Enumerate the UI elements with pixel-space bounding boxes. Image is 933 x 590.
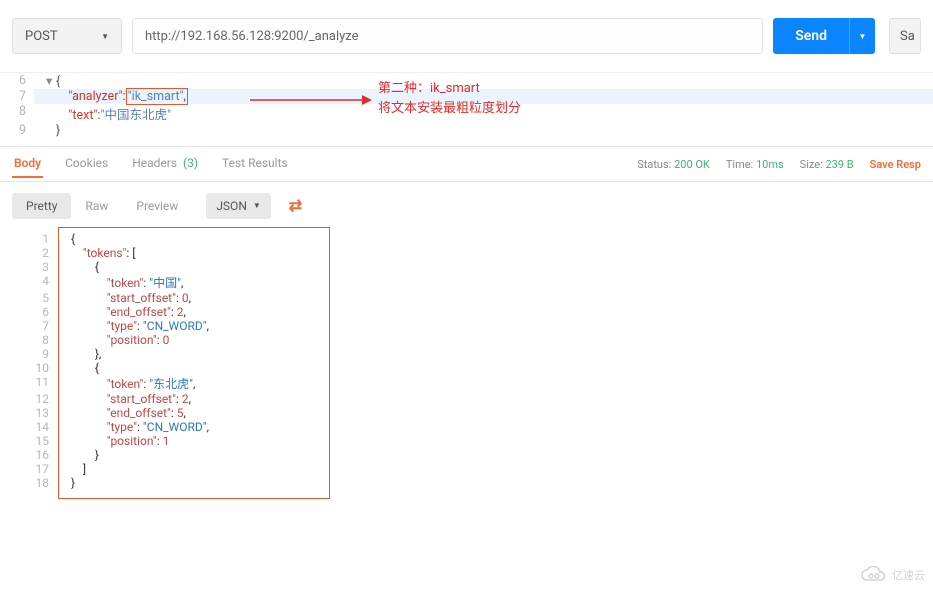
watermark: 亿速云: [860, 566, 925, 584]
tab-test-results[interactable]: Test Results: [220, 150, 290, 178]
watermark-text: 亿速云: [892, 567, 925, 583]
code-text: ]: [59, 462, 86, 476]
response-body[interactable]: 1{ 2 "tokens": [ 3 { 4 "token": "中国", 5 …: [15, 232, 329, 490]
line-number: 1: [15, 232, 59, 246]
code-text: }: [59, 448, 99, 462]
line-number: 6: [0, 73, 34, 89]
line-number: 3: [15, 260, 59, 274]
size-label: Size:: [800, 158, 823, 171]
line-number: 6: [15, 305, 59, 319]
tab-headers[interactable]: Headers (3): [130, 150, 200, 178]
annotation-line: 第二种：ik_smart: [378, 79, 521, 99]
tab-body[interactable]: Body: [12, 150, 43, 178]
code-text: }: [56, 123, 60, 138]
code-text: {: [56, 74, 60, 89]
fold-icon[interactable]: ▾: [46, 73, 54, 89]
line-number: 12: [15, 392, 59, 406]
request-row: POST ▼ Send ▼ Sa: [0, 0, 933, 73]
format-pretty[interactable]: Pretty: [12, 193, 71, 219]
status-value: 200 OK: [674, 158, 710, 171]
annotation-text: 第二种：ik_smart 将文本安装最粗粒度划分: [378, 79, 521, 118]
line-number: 14: [15, 420, 59, 434]
code-text: },: [59, 347, 101, 361]
code-text: "position": 0: [59, 333, 169, 347]
annotation-arrow-icon: [250, 94, 372, 106]
chevron-down-icon: ▼: [253, 201, 261, 210]
line-number: 9: [15, 347, 59, 361]
chevron-down-icon: ▼: [101, 32, 109, 41]
line-number: 4: [15, 274, 59, 291]
response-header: Body Cookies Headers (3) Test Results St…: [0, 146, 933, 182]
size-value: 239 B: [825, 158, 853, 171]
cloud-icon: [860, 566, 888, 584]
line-number: 8: [0, 104, 34, 123]
json-value: "中国东北虎": [100, 108, 171, 123]
tab-headers-label: Headers: [132, 156, 177, 170]
format-preview[interactable]: Preview: [122, 193, 192, 219]
line-number: 16: [15, 448, 59, 462]
request-body-editor[interactable]: 6▾{ 7 "analyzer":"ik_smart", 8 "text":"中…: [0, 73, 933, 146]
code-text: "end_offset": 2,: [59, 305, 186, 319]
language-select[interactable]: JSON ▼: [206, 193, 270, 219]
response-meta: Status: 200 OK Time: 10ms Size: 239 B Sa…: [637, 158, 921, 171]
line-number: 13: [15, 406, 59, 420]
line-number: 10: [15, 361, 59, 375]
response-body-wrap: 1{ 2 "tokens": [ 3 { 4 "token": "中国", 5 …: [58, 227, 330, 499]
headers-count: (3): [183, 156, 198, 170]
json-value: "ik_smart": [128, 89, 184, 104]
time-value: 10ms: [756, 158, 784, 171]
line-number: 5: [15, 291, 59, 305]
code-text: "token": "中国",: [59, 274, 183, 291]
send-button[interactable]: Send: [773, 18, 849, 54]
tab-cookies[interactable]: Cookies: [63, 150, 110, 178]
line-number: 7: [0, 89, 34, 104]
line-number: 17: [15, 462, 59, 476]
code-text: "token": "东北虎",: [59, 375, 195, 392]
send-dropdown[interactable]: ▼: [849, 18, 875, 54]
line-number: 11: [15, 375, 59, 392]
format-raw[interactable]: Raw: [71, 193, 122, 219]
annotation-line: 将文本安装最粗粒度划分: [378, 99, 521, 119]
send-button-group: Send ▼: [773, 18, 875, 54]
code-text: "start_offset": 0,: [59, 291, 191, 305]
save-response-button[interactable]: Save Resp: [870, 158, 921, 171]
method-value: POST: [25, 29, 58, 44]
code-text: "start_offset": 2,: [59, 392, 191, 406]
code-text: {: [59, 361, 99, 375]
status-label: Status:: [637, 158, 671, 171]
code-text: "type": "CN_WORD",: [59, 420, 209, 434]
json-key: "analyzer": [68, 89, 122, 104]
code-text: "tokens": [: [59, 246, 135, 260]
code-text: {: [59, 232, 75, 246]
line-number: 7: [15, 319, 59, 333]
line-number: 15: [15, 434, 59, 448]
code-text: "end_offset": 5,: [59, 406, 186, 420]
line-number: 9: [0, 123, 34, 138]
code-text: "position": 1: [59, 434, 169, 448]
wrap-lines-icon[interactable]: ⇄: [281, 192, 310, 219]
language-value: JSON: [216, 199, 247, 213]
time-label: Time:: [726, 158, 753, 171]
chevron-down-icon: ▼: [859, 32, 867, 41]
line-number: 18: [15, 476, 59, 490]
line-number: 8: [15, 333, 59, 347]
code-text: }: [59, 476, 75, 490]
url-input[interactable]: [132, 18, 763, 54]
save-button[interactable]: Sa: [889, 18, 921, 54]
method-select[interactable]: POST ▼: [12, 18, 122, 54]
code-text: "type": "CN_WORD",: [59, 319, 209, 333]
code-text: {: [59, 260, 99, 274]
json-key: "text": [68, 108, 97, 123]
response-toolbar: Pretty Raw Preview JSON ▼ ⇄: [0, 182, 933, 225]
response-tabs: Body Cookies Headers (3) Test Results: [12, 150, 290, 178]
line-number: 2: [15, 246, 59, 260]
